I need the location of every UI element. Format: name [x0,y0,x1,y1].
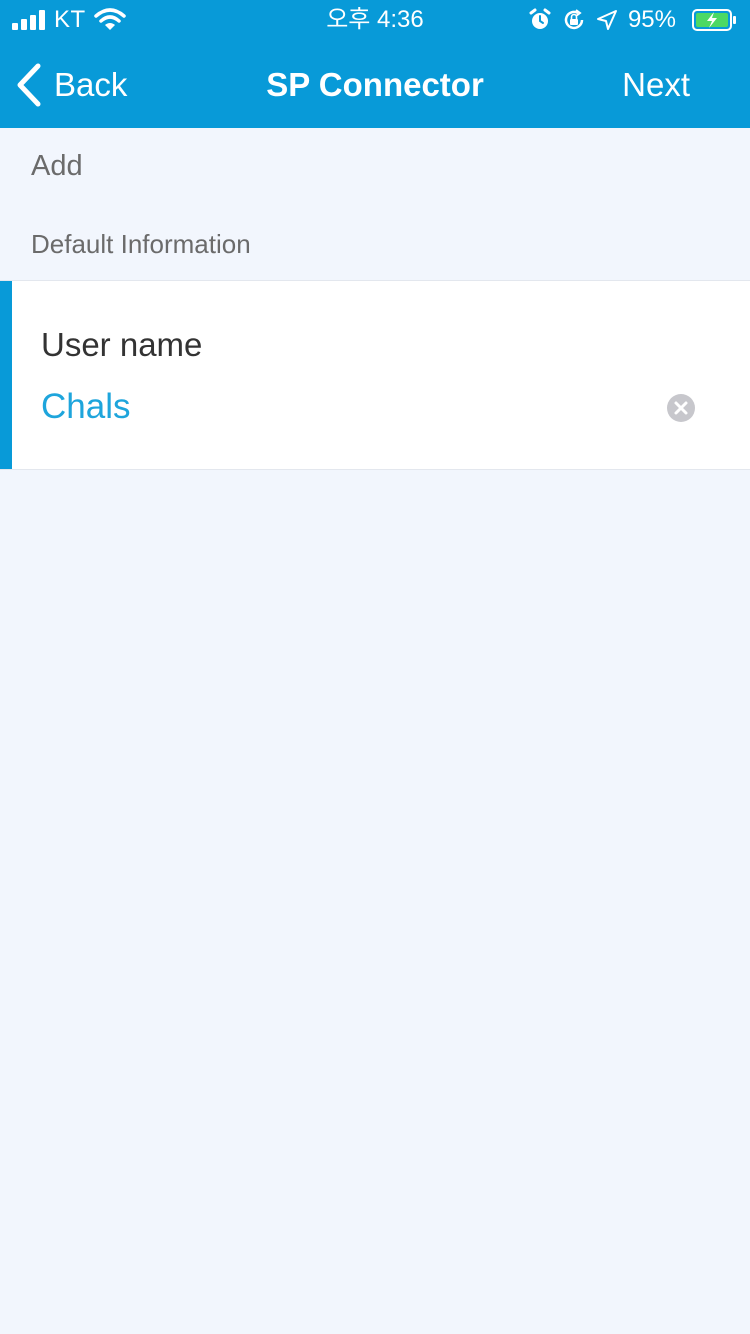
location-icon [596,10,617,30]
user-name-field-card[interactable]: User name Chals [0,280,750,470]
next-button[interactable]: Next [622,62,690,108]
status-right: 95% [518,6,738,34]
rotation-lock-icon [564,9,584,30]
section-label-add: Add [31,150,83,182]
alarm-icon [529,8,551,29]
status-bar: KT 오후 4:36 95% [0,0,750,40]
user-name-label: User name [41,326,203,363]
app-header: KT 오후 4:36 95% Back SP Connector Next [0,0,750,128]
navigation-bar: Back SP Connector Next [0,44,750,128]
user-name-input[interactable]: Chals [41,386,130,428]
section-label-default-information: Default Information [31,229,251,259]
clear-icon[interactable] [667,394,695,422]
field-focus-indicator [0,281,12,469]
battery-percent: 95% [627,6,676,33]
battery-charging-icon [692,9,736,31]
